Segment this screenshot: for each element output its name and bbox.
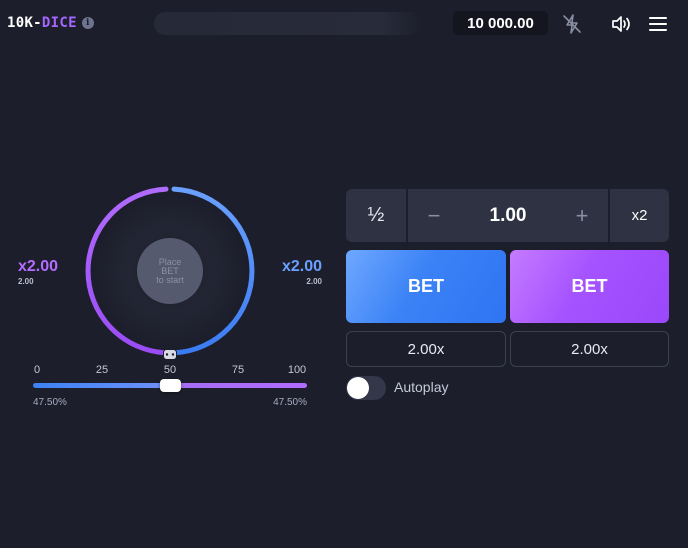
range-slider-thumb[interactable] (160, 379, 181, 392)
bet-left-button[interactable]: BET (346, 250, 506, 323)
logo-text-dice: DICE (41, 15, 77, 31)
right-multiplier-sub: 2.00 (306, 277, 322, 286)
dice-marker-icon (163, 347, 177, 360)
half-bet-button[interactable]: ½ (346, 189, 406, 242)
top-progress-bar (154, 12, 422, 35)
decrease-bet-button[interactable]: − (408, 189, 460, 242)
bet-amount-value[interactable]: 1.00 (460, 189, 556, 242)
left-multiplier-sub: 2.00 (18, 277, 34, 286)
slider-tick-0: 0 (33, 364, 41, 376)
top-bar: 10K- DICE i 10 000.00 (0, 0, 688, 46)
left-multiplier-value: x2.00 (18, 258, 59, 275)
left-multiplier: x2.00 2.00 (18, 258, 58, 286)
autoplay-label: Autoplay (394, 379, 449, 395)
volume-icon[interactable] (609, 12, 633, 36)
right-payout: 2.00x (510, 331, 669, 367)
right-multiplier-value: x2.00 (281, 258, 322, 275)
slider-tick-50: 50 (163, 364, 177, 376)
right-win-chance: 47.50% (273, 397, 307, 408)
menu-icon[interactable] (646, 12, 670, 36)
slider-tick-25: 25 (95, 364, 109, 376)
info-icon[interactable]: i (81, 17, 94, 29)
toggle-knob (347, 377, 369, 399)
right-multiplier: x2.00 2.00 (282, 258, 322, 286)
left-win-chance: 47.50% (33, 397, 67, 408)
bet-right-button[interactable]: BET (510, 250, 669, 323)
slider-tick-75: 75 (231, 364, 245, 376)
left-payout: 2.00x (346, 331, 506, 367)
game-logo: 10K- DICE i (7, 15, 94, 31)
center-text-line3: to start (156, 274, 184, 285)
logo-text-prefix: 10K- (7, 15, 42, 31)
bet-amount-control: ½ − 1.00 + x2 (346, 189, 669, 242)
place-bet-center-button[interactable]: Place BET to start (137, 238, 203, 304)
no-lightning-icon[interactable] (560, 12, 584, 36)
double-bet-button[interactable]: x2 (610, 189, 669, 242)
balance-display: 10 000.00 (453, 11, 548, 35)
slider-tick-100: 100 (287, 364, 307, 376)
autoplay-toggle[interactable] (346, 376, 386, 400)
increase-bet-button[interactable]: + (556, 189, 608, 242)
